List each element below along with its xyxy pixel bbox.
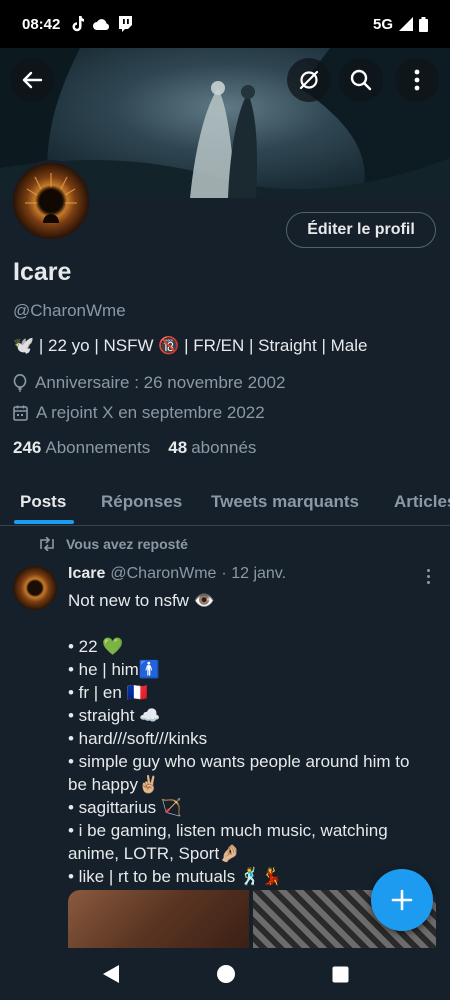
joined-row: A rejoint X en septembre 2022 [13, 403, 265, 423]
search-button[interactable] [339, 58, 383, 102]
tweet-line: • i be gaming, listen much music, watchi… [68, 821, 388, 840]
tweet-text: Not new to nsfw 👁️ • 22 💚 • he | him🚹 • … [68, 589, 438, 888]
tab-replies[interactable]: Réponses [101, 492, 182, 512]
tweet-line: • 22 💚 [68, 637, 124, 656]
hide-button[interactable] [287, 58, 331, 102]
tab-highlights[interactable]: Tweets marquants [211, 492, 359, 512]
plus-icon [391, 889, 413, 911]
more-vertical-icon [414, 69, 420, 91]
profile-avatar[interactable] [10, 160, 92, 242]
more-vertical-icon [426, 568, 430, 572]
network-label: 5G [372, 15, 393, 33]
tweet-line: • sagittarius 🏹 [68, 798, 183, 817]
repost-label: Vous avez reposté [66, 536, 188, 552]
tweet-more-button[interactable] [420, 566, 436, 586]
following-label: Abonnements [45, 438, 151, 457]
followers-count: 48 [168, 438, 188, 457]
back-triangle-icon[interactable] [102, 964, 120, 984]
tweet-line: • hard///soft///kinks [68, 729, 208, 748]
tweet-date[interactable]: · 12 janv. [221, 565, 286, 583]
active-tab-indicator [14, 520, 74, 524]
status-time: 08:42 [22, 15, 61, 33]
tweet-line: Not new to nsfw 👁️ [68, 591, 215, 610]
status-bar: 08:42 5G [0, 0, 450, 48]
following-count: 246 [13, 438, 42, 457]
joined-text: A rejoint X en septembre 2022 [36, 403, 265, 422]
tiktok-icon [72, 16, 85, 32]
tweet-media-image-1[interactable] [68, 890, 249, 950]
tweet-author-avatar[interactable] [13, 566, 57, 610]
tweet-line: be happy✌🏼 [68, 775, 160, 794]
compose-button[interactable] [371, 869, 433, 931]
tweet-line: anime, LOTR, Sport🤌🏼 [68, 844, 241, 863]
tweet-line: • he | him🚹 [68, 660, 161, 679]
battery-icon [419, 16, 428, 32]
profile-handle: @CharonWme [13, 301, 126, 320]
tweet-header: Icare @CharonWme · 12 janv. [68, 565, 286, 583]
followers-label: abonnés [191, 438, 257, 457]
recents-square-icon[interactable] [332, 966, 349, 983]
repost-indicator: Vous avez reposté [38, 536, 188, 552]
edit-profile-button[interactable]: Éditer le profil [286, 212, 436, 248]
tweet-author-name[interactable]: Icare [68, 565, 105, 583]
following-link[interactable]: 246 Abonnements [13, 438, 150, 458]
tweet-line [68, 612, 438, 635]
followers-link[interactable]: 48 abonnés [168, 438, 256, 458]
profile-bio: 🕊️ | 22 yo | NSFW 🔞 | FR/EN | Straight |… [13, 336, 368, 355]
repost-icon [40, 537, 54, 551]
back-button[interactable] [10, 58, 54, 102]
search-icon [350, 69, 372, 91]
more-options-button[interactable] [395, 58, 439, 102]
system-nav-bar [0, 948, 450, 1000]
signal-icon [399, 17, 413, 31]
tweet-author-handle[interactable]: @CharonWme [110, 565, 216, 583]
profile-name: Icare [13, 258, 72, 286]
tweet-line: • simple guy who wants people around him… [68, 752, 410, 771]
tweet-line: • straight ☁️ [68, 706, 161, 725]
arrow-left-icon [22, 71, 43, 89]
birthday-text: Anniversaire : 26 novembre 2002 [35, 373, 286, 392]
cloud-icon [93, 19, 110, 30]
calendar-icon [13, 405, 28, 421]
balloon-icon [13, 374, 27, 392]
twitch-icon [119, 16, 133, 32]
tab-posts[interactable]: Posts [20, 492, 66, 512]
home-circle-icon[interactable] [216, 964, 236, 984]
follow-stats: 246 Abonnements 48 abonnés [13, 438, 256, 458]
birthday-row: Anniversaire : 26 novembre 2002 [13, 373, 285, 393]
tab-articles[interactable]: Articles [394, 492, 450, 512]
profile-tabs: Posts Réponses Tweets marquants Articles [0, 478, 450, 526]
tweet-line: • fr | en 🇫🇷 [68, 683, 148, 702]
eye-off-icon [299, 70, 319, 90]
